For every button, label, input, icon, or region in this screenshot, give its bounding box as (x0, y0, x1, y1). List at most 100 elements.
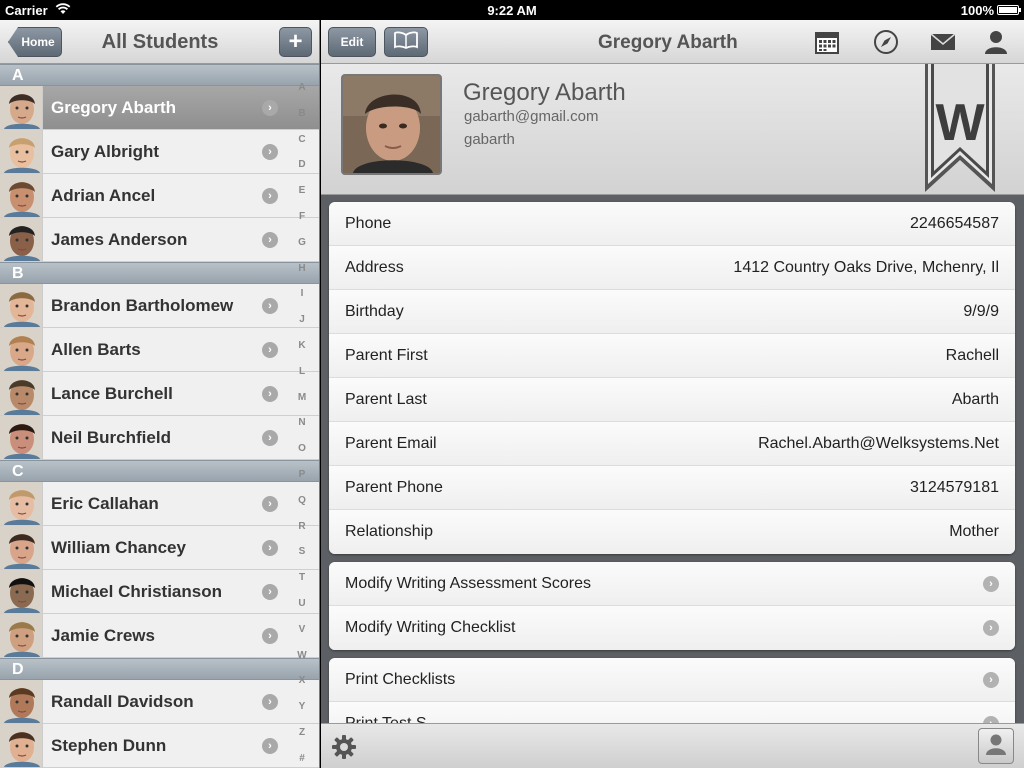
index-letter[interactable]: Y (292, 694, 312, 720)
chevron-right-icon[interactable]: › (983, 576, 999, 592)
chevron-right-icon[interactable]: › (262, 628, 278, 644)
index-letter[interactable]: H (292, 256, 312, 282)
detail-row: Relationship Mother (329, 510, 1015, 554)
ribbon-letter: W (935, 94, 985, 152)
index-letter[interactable]: X (292, 668, 312, 694)
chevron-right-icon[interactable]: › (983, 620, 999, 636)
mail-icon[interactable] (929, 28, 957, 56)
status-bar: Carrier 9:22 AM 100% (0, 0, 1024, 20)
student-avatar (0, 614, 43, 657)
student-row[interactable]: Stephen Dunn › (0, 724, 319, 768)
index-letter[interactable]: P (292, 462, 312, 488)
chevron-right-icon[interactable]: › (262, 342, 278, 358)
chevron-right-icon[interactable]: › (262, 540, 278, 556)
detail-value: Rachell (945, 347, 999, 364)
index-letter[interactable]: J (292, 307, 312, 333)
student-row[interactable]: Jamie Crews › (0, 614, 319, 658)
index-letter[interactable]: Q (292, 488, 312, 514)
section-header-d: D (0, 658, 319, 680)
index-letter[interactable]: E (292, 178, 312, 204)
student-row[interactable]: Gregory Abarth › (0, 86, 319, 130)
index-letter[interactable]: O (292, 436, 312, 462)
index-letter[interactable]: Z (292, 720, 312, 746)
bookmark-ribbon: W (923, 64, 997, 196)
student-row[interactable]: Michael Christianson › (0, 570, 319, 614)
detail-row: Parent Phone 3124579181 (329, 466, 1015, 510)
index-letter[interactable]: B (292, 101, 312, 127)
user-icon[interactable] (982, 28, 1010, 56)
index-letter[interactable]: F (292, 204, 312, 230)
chevron-right-icon[interactable]: › (262, 232, 278, 248)
student-avatar (0, 526, 43, 569)
index-letter[interactable]: W (292, 643, 312, 669)
bottom-toolbar (321, 723, 1024, 768)
detail-row: Parent Last Abarth (329, 378, 1015, 422)
chevron-right-icon[interactable]: › (262, 298, 278, 314)
calendar-icon[interactable] (813, 28, 841, 56)
detail-value: 3124579181 (910, 479, 999, 496)
index-letter[interactable]: R (292, 514, 312, 540)
student-row[interactable]: Brandon Bartholomew › (0, 284, 319, 328)
chevron-right-icon[interactable]: › (262, 694, 278, 710)
index-letter[interactable]: A (292, 75, 312, 101)
index-letter[interactable]: L (292, 359, 312, 385)
chevron-right-icon[interactable]: › (262, 188, 278, 204)
index-letter[interactable]: M (292, 385, 312, 411)
add-student-button[interactable]: + (279, 27, 312, 57)
student-avatar (0, 724, 43, 767)
student-row[interactable]: James Anderson › (0, 218, 319, 262)
student-row[interactable]: Neil Burchfield › (0, 416, 319, 460)
detail-row: Parent Email Rachel.Abarth@Welksystems.Ne… (329, 422, 1015, 466)
settings-button[interactable] (330, 733, 358, 761)
detail-value: 1412 Country Oaks Drive, Mchenry, Il (733, 259, 999, 276)
student-avatar (0, 328, 43, 371)
student-name-label: Randall Davidson (51, 692, 194, 711)
battery-icon (997, 5, 1021, 15)
index-letter[interactable]: T (292, 565, 312, 591)
edit-button[interactable]: Edit (328, 27, 376, 57)
index-letter[interactable]: S (292, 539, 312, 565)
student-row[interactable]: Adrian Ancel › (0, 174, 319, 218)
chevron-right-icon[interactable]: › (262, 386, 278, 402)
chevron-right-icon[interactable]: › (262, 144, 278, 160)
action-row[interactable]: Print Checklists › (329, 658, 1015, 702)
action-label: Modify Writing Assessment Scores (345, 575, 592, 592)
chevron-right-icon[interactable]: › (983, 672, 999, 688)
student-row[interactable]: Eric Callahan › (0, 482, 319, 526)
page-title: Gregory Abarth (598, 32, 738, 53)
student-name-label: Adrian Ancel (51, 186, 156, 205)
chevron-right-icon[interactable]: › (262, 100, 278, 116)
compass-icon[interactable] (872, 28, 900, 56)
index-letter[interactable]: K (292, 333, 312, 359)
index-letter[interactable]: D (292, 152, 312, 178)
section-index[interactable]: A B C D E F G H I J K L M N O P Q R S T U V W X Y Z # (292, 75, 312, 768)
student-name-label: Michael Christianson (51, 582, 222, 601)
index-letter[interactable]: V (292, 617, 312, 643)
student-name-label: Allen Barts (51, 340, 141, 359)
chevron-right-icon[interactable]: › (262, 496, 278, 512)
details-card: Phone 2246654587 Address 1412 Country Oaks … (329, 202, 1015, 554)
student-row[interactable]: Randall Davidson › (0, 680, 319, 724)
index-letter[interactable]: N (292, 410, 312, 436)
action-row[interactable]: Modify Writing Checklist › (329, 606, 1015, 650)
profile-button[interactable] (978, 728, 1014, 764)
chevron-right-icon[interactable]: › (262, 738, 278, 754)
index-letter[interactable]: G (292, 230, 312, 256)
student-row[interactable]: Gary Albright › (0, 130, 319, 174)
action-row[interactable]: Modify Writing Assessment Scores › (329, 562, 1015, 606)
student-row[interactable]: Allen Barts › (0, 328, 319, 372)
index-letter[interactable]: C (292, 127, 312, 153)
student-row[interactable]: William Chancey › (0, 526, 319, 570)
chevron-right-icon[interactable]: › (262, 584, 278, 600)
student-name-label: Brandon Bartholomew (51, 296, 234, 315)
student-avatar (0, 174, 43, 217)
index-letter[interactable]: U (292, 591, 312, 617)
student-username: gabarth (464, 131, 515, 148)
student-avatar (0, 86, 43, 129)
student-row[interactable]: Lance Burchell › (0, 372, 319, 416)
detail-label: Birthday (345, 303, 404, 320)
book-button[interactable] (384, 27, 428, 57)
chevron-right-icon[interactable]: › (262, 430, 278, 446)
index-letter[interactable]: I (292, 281, 312, 307)
index-letter[interactable]: # (292, 746, 312, 768)
